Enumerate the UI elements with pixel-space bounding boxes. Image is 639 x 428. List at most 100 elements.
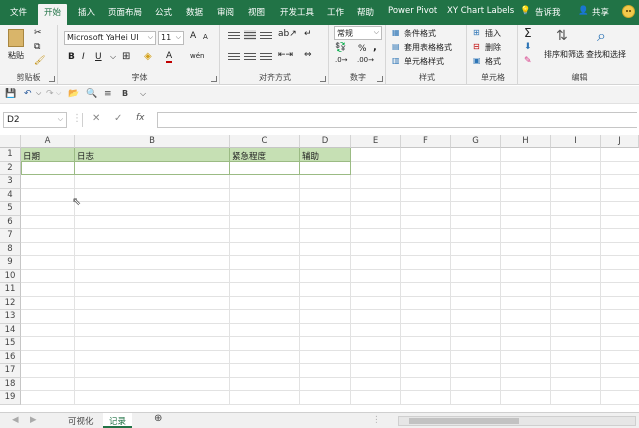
tab-power-pivot[interactable]: Power Pivot bbox=[388, 6, 437, 16]
conditional-format-button[interactable]: 条件格式 bbox=[404, 28, 436, 39]
row-header[interactable]: 7 bbox=[0, 229, 21, 243]
column-header[interactable]: I bbox=[551, 135, 601, 148]
undo-icon[interactable]: ↶ bbox=[24, 89, 32, 99]
tab-view[interactable]: 视图 bbox=[248, 6, 265, 18]
border-icon[interactable]: ⊞ bbox=[122, 51, 130, 62]
cancel-icon[interactable]: ✕ bbox=[92, 113, 100, 124]
scroll-left-icon[interactable]: ◀ bbox=[12, 413, 19, 428]
add-sheet-icon[interactable]: ⊕ bbox=[150, 413, 166, 428]
cell-styles-button[interactable]: 单元格样式 bbox=[404, 56, 444, 67]
underline-button[interactable]: U bbox=[95, 52, 102, 62]
sheet-tab-visual[interactable]: 可视化 bbox=[62, 413, 100, 428]
column-header[interactable]: F bbox=[401, 135, 451, 148]
phonetic-icon[interactable]: wén bbox=[190, 52, 204, 60]
orientation-icon[interactable]: ab↗ bbox=[278, 29, 297, 39]
column-header[interactable]: D bbox=[300, 135, 351, 148]
tab-work[interactable]: 工作 bbox=[327, 6, 344, 18]
scroll-thumb[interactable] bbox=[409, 418, 519, 424]
tell-me-search[interactable]: 告诉我 bbox=[535, 6, 561, 18]
format-cells-button[interactable]: 格式 bbox=[485, 56, 501, 67]
tab-formulas[interactable]: 公式 bbox=[155, 6, 172, 18]
align-top-icon[interactable] bbox=[228, 30, 240, 40]
align-icon[interactable]: ≡ bbox=[104, 89, 112, 99]
column-header[interactable]: C bbox=[230, 135, 300, 148]
column-header[interactable]: G bbox=[451, 135, 501, 148]
font-launcher-icon[interactable] bbox=[211, 76, 217, 82]
enter-icon[interactable]: ✓ bbox=[114, 113, 122, 124]
font-size-select[interactable]: 11 ⌵ bbox=[158, 31, 184, 45]
row-header[interactable]: 6 bbox=[0, 215, 21, 229]
number-format-select[interactable]: 常规 ⌵ bbox=[334, 26, 382, 40]
row-header[interactable]: 15 bbox=[0, 337, 21, 351]
scroll-right-icon[interactable]: ▶ bbox=[30, 413, 37, 428]
horizontal-scrollbar[interactable] bbox=[398, 416, 636, 426]
row-header[interactable]: 12 bbox=[0, 296, 21, 310]
row-header[interactable]: 14 bbox=[0, 323, 21, 337]
row-header[interactable]: 3 bbox=[0, 175, 21, 189]
row-header[interactable]: 4 bbox=[0, 188, 21, 202]
row-header[interactable]: 18 bbox=[0, 377, 21, 391]
open-folder-icon[interactable]: 📂 bbox=[68, 89, 79, 99]
customize-qat-icon[interactable]: ⌵ bbox=[140, 89, 146, 99]
fill-color-icon[interactable]: ◈ bbox=[144, 51, 152, 62]
bold-button[interactable]: B bbox=[68, 52, 75, 62]
align-right-icon[interactable] bbox=[260, 51, 272, 61]
cut-icon[interactable]: ✂ bbox=[34, 28, 42, 38]
tab-page-layout[interactable]: 页面布局 bbox=[108, 6, 142, 18]
comma-button[interactable]: , bbox=[373, 42, 377, 53]
decrease-decimal-icon[interactable]: .00→ bbox=[357, 56, 374, 64]
grow-font-icon[interactable]: A bbox=[190, 31, 196, 41]
paste-button[interactable]: 粘贴 bbox=[8, 50, 24, 61]
copy-icon[interactable]: ⧉ bbox=[34, 42, 40, 52]
tab-developer[interactable]: 开发工具 bbox=[280, 6, 314, 18]
clipboard-launcher-icon[interactable] bbox=[49, 76, 55, 82]
insert-function-button[interactable]: fx bbox=[136, 113, 145, 123]
align-middle-icon[interactable] bbox=[244, 30, 256, 40]
row-header[interactable]: 19 bbox=[0, 391, 21, 405]
shrink-font-icon[interactable]: A bbox=[203, 33, 208, 41]
fill-icon[interactable]: ⬇ bbox=[524, 42, 532, 52]
row-header[interactable]: 2 bbox=[0, 161, 21, 175]
cell-b1[interactable]: 日志 bbox=[75, 148, 230, 162]
row-header[interactable]: 9 bbox=[0, 256, 21, 270]
tab-xy-chart-labels[interactable]: XY Chart Labels bbox=[447, 6, 514, 16]
clear-icon[interactable]: ✎ bbox=[524, 56, 532, 66]
save-icon[interactable]: 💾 bbox=[5, 89, 16, 99]
print-preview-icon[interactable]: 🔍 bbox=[86, 89, 97, 99]
paste-icon[interactable] bbox=[8, 29, 24, 47]
tab-data[interactable]: 数据 bbox=[186, 6, 203, 18]
find-select-button[interactable]: 查找和选择 bbox=[586, 49, 626, 60]
align-bottom-icon[interactable] bbox=[260, 30, 272, 40]
column-header[interactable]: J bbox=[601, 135, 639, 148]
cell-d1[interactable]: 辅助 bbox=[300, 148, 351, 162]
row-header[interactable]: 11 bbox=[0, 283, 21, 297]
alignment-launcher-icon[interactable] bbox=[320, 76, 326, 82]
tab-review[interactable]: 审阅 bbox=[217, 6, 234, 18]
format-as-table-button[interactable]: 套用表格格式 bbox=[404, 42, 452, 53]
bold-qat-button[interactable]: B bbox=[122, 89, 128, 98]
row-header[interactable]: 16 bbox=[0, 350, 21, 364]
column-header[interactable]: E bbox=[351, 135, 401, 148]
row-header[interactable]: 5 bbox=[0, 202, 21, 216]
row-header[interactable]: 17 bbox=[0, 364, 21, 378]
increase-decimal-icon[interactable]: .0→ bbox=[335, 56, 348, 64]
chevron-down-icon[interactable]: ⌵ bbox=[36, 89, 41, 98]
number-launcher-icon[interactable] bbox=[377, 76, 383, 82]
wrap-text-icon[interactable]: ↵ bbox=[304, 29, 312, 39]
column-header[interactable]: B bbox=[75, 135, 230, 148]
formula-input[interactable] bbox=[157, 112, 637, 128]
sheet-tab-records[interactable]: 记录 bbox=[103, 413, 133, 428]
merge-icon[interactable]: ⇔ bbox=[304, 50, 312, 60]
font-name-select[interactable]: Microsoft YaHei UI ⌵ bbox=[64, 31, 156, 45]
row-header[interactable]: 8 bbox=[0, 242, 21, 256]
row-header[interactable]: 13 bbox=[0, 310, 21, 324]
autosum-icon[interactable]: Σ bbox=[524, 26, 532, 40]
sort-filter-button[interactable]: 排序和筛选 bbox=[544, 49, 584, 60]
align-center-icon[interactable] bbox=[244, 51, 256, 61]
format-painter-icon[interactable]: 🖌 bbox=[34, 56, 45, 66]
chevron-down-icon[interactable]: ⌵ bbox=[110, 52, 116, 62]
feedback-smiley-icon[interactable] bbox=[622, 5, 635, 18]
italic-button[interactable]: I bbox=[82, 52, 85, 62]
indent-icon[interactable]: ⇤⇥ bbox=[278, 50, 293, 60]
percent-button[interactable]: % bbox=[358, 44, 367, 54]
